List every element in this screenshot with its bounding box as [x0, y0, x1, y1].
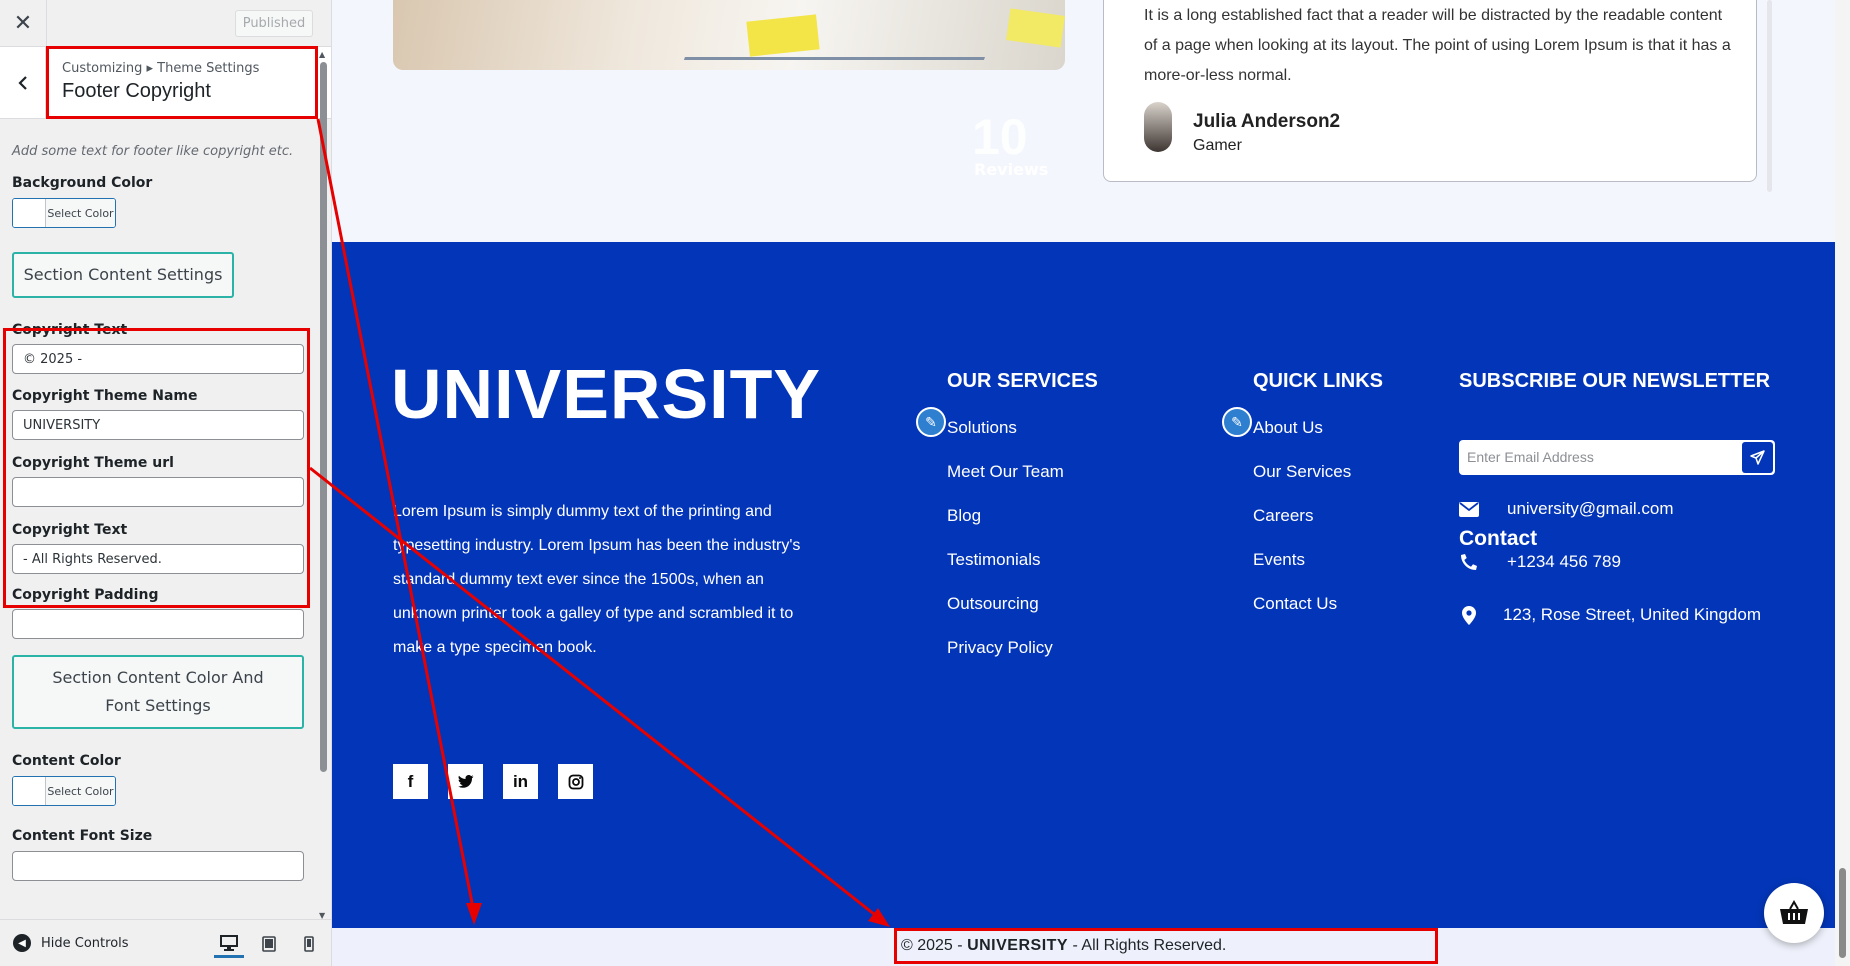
- facebook-icon[interactable]: f: [393, 764, 428, 799]
- hero-image: [393, 0, 1065, 70]
- basket-icon: [1780, 900, 1808, 924]
- select-color-text: Select Color: [46, 199, 115, 227]
- list-item[interactable]: Solutions: [947, 418, 1064, 462]
- desktop-icon: [220, 934, 238, 951]
- quick-links-heading: QUICK LINKS: [1253, 370, 1383, 392]
- section-description: Add some text for footer like copyright …: [12, 144, 294, 159]
- contact-email[interactable]: university@gmail.com: [1459, 499, 1674, 519]
- contact-address: 123, Rose Street, United Kingdom: [1459, 605, 1761, 625]
- close-icon: ✕: [13, 11, 33, 36]
- color-swatch: [13, 199, 46, 227]
- review-count: 10: [972, 109, 1028, 165]
- select-color-text: Select Color: [46, 777, 115, 805]
- envelope-icon: [1459, 501, 1479, 517]
- collapse-icon: ◀: [13, 934, 31, 952]
- list-item[interactable]: Privacy Policy: [947, 638, 1064, 682]
- desktop-preview-button[interactable]: [214, 930, 244, 958]
- linkedin-icon[interactable]: in: [503, 764, 538, 799]
- cart-button[interactable]: [1764, 883, 1824, 943]
- mobile-preview-button[interactable]: [294, 930, 324, 958]
- testimonial-name: Julia Anderson2: [1193, 111, 1341, 132]
- color-swatch: [13, 777, 46, 805]
- testimonial-scrollbar[interactable]: [1767, 0, 1772, 192]
- sticky-note-shape: [1006, 8, 1065, 48]
- social-links: f in: [393, 764, 593, 799]
- subscribe-button[interactable]: [1742, 442, 1773, 473]
- list-item[interactable]: Testimonials: [947, 550, 1064, 594]
- hide-controls-button[interactable]: ◀ Hide Controls: [13, 934, 129, 952]
- newsletter-heading: SUBSCRIBE OUR NEWSLETTER: [1459, 370, 1771, 392]
- copyright-padding-input[interactable]: [12, 609, 304, 639]
- phone-icon: [1459, 553, 1479, 571]
- list-item[interactable]: Blog: [947, 506, 1064, 550]
- tablet-icon: [262, 936, 276, 952]
- contact-heading: Contact: [1459, 527, 1538, 550]
- review-count-label: Reviews: [974, 160, 1049, 179]
- list-item[interactable]: Events: [1253, 550, 1351, 594]
- sticky-note-shape: [746, 14, 820, 57]
- contact-address-text: 123, Rose Street, United Kingdom: [1503, 605, 1761, 624]
- background-color-picker[interactable]: Select Color: [12, 198, 116, 228]
- testimonial-card: It is a long established fact that a rea…: [1103, 0, 1757, 182]
- content-color-label: Content Color: [12, 753, 121, 769]
- list-item[interactable]: Careers: [1253, 506, 1351, 550]
- mobile-icon: [304, 936, 314, 952]
- site-preview: 10 Reviews It is a long established fact…: [332, 0, 1850, 966]
- published-button[interactable]: Published: [235, 10, 313, 37]
- highlight-box: [46, 46, 318, 119]
- testimonial-role: Gamer: [1193, 137, 1242, 154]
- notebook-shape: [683, 10, 1003, 60]
- footer-about-text: Lorem Ipsum is simply dummy text of the …: [393, 503, 801, 656]
- content-color-picker[interactable]: Select Color: [12, 776, 116, 806]
- preview-scrollbar[interactable]: [1835, 0, 1850, 966]
- send-icon: [1750, 450, 1765, 465]
- scrollbar-thumb[interactable]: [320, 62, 327, 772]
- list-item[interactable]: Meet Our Team: [947, 462, 1064, 506]
- contact-email-text: university@gmail.com: [1507, 499, 1674, 518]
- testimonial-section: 10 Reviews It is a long established fact…: [332, 0, 1835, 242]
- contact-phone-text: +1234 456 789: [1507, 552, 1621, 571]
- list-item[interactable]: Our Services: [1253, 462, 1351, 506]
- sidebar-scrollbar[interactable]: ▲ ▼: [319, 50, 328, 920]
- tablet-preview-button[interactable]: [254, 930, 284, 958]
- customizer-footer: ◀ Hide Controls: [0, 919, 331, 966]
- scroll-up-icon[interactable]: ▲: [319, 50, 325, 59]
- list-item[interactable]: Outsourcing: [947, 594, 1064, 638]
- list-item[interactable]: About Us: [1253, 418, 1351, 462]
- site-footer: UNIVERSITY Lorem Ipsum is simply dummy t…: [332, 242, 1835, 928]
- avatar: [1144, 102, 1172, 152]
- close-customizer-button[interactable]: ✕: [0, 0, 47, 47]
- section-content-settings-button[interactable]: Section Content Settings: [12, 252, 234, 298]
- email-input[interactable]: Enter Email Address: [1467, 449, 1594, 465]
- highlight-box: [894, 928, 1438, 964]
- contact-phone[interactable]: +1234 456 789: [1459, 552, 1621, 572]
- scrollbar-thumb[interactable]: [1839, 868, 1846, 958]
- quick-links-list: About Us Our Services Careers Events Con…: [1253, 418, 1351, 638]
- content-font-size-input[interactable]: [12, 851, 304, 881]
- content-font-size-label: Content Font Size: [12, 828, 153, 844]
- hide-controls-label: Hide Controls: [41, 935, 129, 951]
- testimonial-text: It is a long established fact that a rea…: [1144, 7, 1731, 84]
- twitter-icon[interactable]: [448, 764, 483, 799]
- customizer-top-bar: ✕ Published: [0, 0, 331, 47]
- newsletter-form: Enter Email Address: [1459, 440, 1775, 475]
- instagram-icon[interactable]: [558, 764, 593, 799]
- footer-logo[interactable]: UNIVERSITY: [391, 354, 821, 434]
- background-color-label: Background Color: [12, 175, 153, 191]
- chevron-left-icon: [17, 76, 27, 90]
- edit-shortcut-icon[interactable]: ✎: [916, 407, 946, 437]
- location-pin-icon: [1459, 605, 1479, 625]
- services-list: Solutions Meet Our Team Blog Testimonial…: [947, 418, 1064, 682]
- back-button[interactable]: [0, 47, 46, 119]
- section-content-color-font-button[interactable]: Section Content Color And Font Settings: [12, 655, 304, 729]
- list-item[interactable]: Contact Us: [1253, 594, 1351, 638]
- edit-shortcut-icon[interactable]: ✎: [1222, 407, 1252, 437]
- highlight-box: [3, 328, 310, 608]
- services-heading: OUR SERVICES: [947, 370, 1098, 392]
